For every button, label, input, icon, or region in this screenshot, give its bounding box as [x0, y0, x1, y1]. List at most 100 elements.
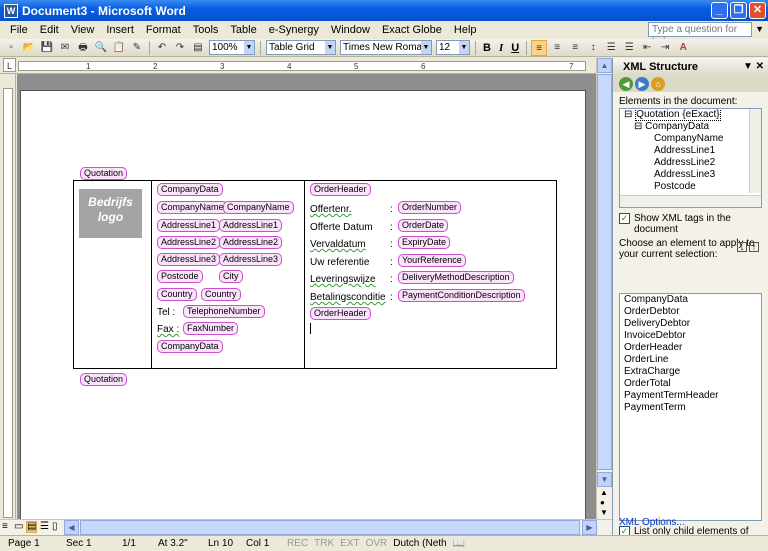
back-icon[interactable]: ◀	[619, 77, 633, 91]
select-browse-object-icon[interactable]: ●	[600, 498, 605, 507]
xml-tag-quotation-open[interactable]: Quotation	[80, 167, 128, 180]
print-layout-icon[interactable]: ▤	[26, 521, 37, 533]
xml-tag-companydata-open[interactable]: CompanyData	[157, 183, 223, 196]
xml-tag-expirydate[interactable]: ExpiryDate	[398, 236, 451, 249]
list-item[interactable]: DeliveryDebtor	[620, 318, 761, 330]
xml-tag-quotation-close[interactable]: Quotation	[80, 373, 128, 386]
line-spacing-icon[interactable]: ↕	[585, 40, 601, 56]
vertical-ruler-scale[interactable]	[3, 88, 13, 518]
xml-tag-addressline2-open[interactable]: AddressLine2	[157, 236, 221, 249]
xml-tag-addressline2-close[interactable]: AddressLine2	[219, 236, 283, 249]
tree-vscroll[interactable]	[749, 109, 761, 193]
ask-question-input[interactable]: Type a question for help	[648, 22, 752, 48]
status-trk[interactable]: TRK	[311, 538, 337, 549]
scroll-right-icon[interactable]: ▶	[582, 520, 597, 535]
tree-item-quotation[interactable]: ⊟ Quotation {eExact}	[624, 109, 721, 121]
menu-insert[interactable]: Insert	[100, 24, 140, 36]
xml-tag-addressline1-open[interactable]: AddressLine1	[157, 219, 221, 232]
xml-tag-orderheader-close[interactable]: OrderHeader	[310, 307, 371, 320]
xml-tag-paymentcondition[interactable]: PaymentConditionDescription	[398, 289, 525, 302]
elements-tree[interactable]: ⊟ Quotation {eExact} ⊟ CompanyData Compa…	[619, 108, 762, 208]
xml-tag-country-close[interactable]: Country	[201, 288, 241, 301]
permission-icon[interactable]: ✉	[57, 40, 73, 56]
tree-item-companyname[interactable]: CompanyName	[654, 133, 723, 144]
font-color-icon[interactable]: A	[675, 40, 691, 56]
forward-icon[interactable]: ▶	[635, 77, 649, 91]
xml-tag-ordernumber[interactable]: OrderNumber	[398, 201, 462, 214]
hscroll-thumb[interactable]	[80, 520, 580, 535]
menu-tools[interactable]: Tools	[187, 24, 225, 36]
font-size-select[interactable]: 12 ▼	[436, 40, 470, 55]
xml-tag-addressline1-close[interactable]: AddressLine1	[219, 219, 283, 232]
xml-tag-companydata-close[interactable]: CompanyData	[157, 340, 223, 353]
status-ovr[interactable]: OVR	[363, 538, 391, 549]
show-xml-tags-checkbox[interactable]: ✓	[619, 213, 630, 224]
ruler-scale[interactable]: 1 2 3 4 5 6 7	[18, 61, 586, 71]
xml-tag-yourreference[interactable]: YourReference	[398, 254, 466, 267]
underline-button[interactable]: U	[507, 42, 523, 54]
xml-tag-telephone[interactable]: TelephoneNumber	[183, 305, 265, 318]
tree-hscroll[interactable]	[620, 195, 761, 207]
list-item[interactable]: PaymentTerm	[620, 402, 761, 414]
horizontal-scrollbar[interactable]: ≡ ▭ ▤ ☰ ▯ ◀ ▶	[0, 519, 612, 535]
home-icon[interactable]: ⌂	[651, 77, 665, 91]
undo-icon[interactable]: ↶	[154, 40, 170, 56]
pane-close-icon[interactable]: ▼ ✕	[743, 58, 764, 76]
numbering-icon[interactable]: ☰	[603, 40, 619, 56]
list-item[interactable]: InvoiceDebtor	[620, 330, 761, 342]
font-select[interactable]: Times New Roman ▼	[340, 40, 432, 55]
bold-button[interactable]: B	[479, 42, 495, 54]
xml-tag-fax[interactable]: FaxNumber	[183, 322, 239, 335]
menu-edit[interactable]: Edit	[34, 24, 65, 36]
close-button[interactable]: ✕	[749, 2, 766, 19]
increase-indent-icon[interactable]: ⇥	[657, 40, 673, 56]
xml-tag-postcode[interactable]: Postcode	[157, 270, 203, 283]
xml-tag-city[interactable]: City	[219, 270, 243, 283]
list-item[interactable]: ExtraCharge	[620, 366, 761, 378]
menu-esynergy[interactable]: e-Synergy	[263, 24, 325, 36]
align-right-icon[interactable]: ≡	[567, 40, 583, 56]
menu-help[interactable]: Help	[448, 24, 483, 36]
xml-tag-country-open[interactable]: Country	[157, 288, 197, 301]
tab-selector-icon[interactable]: L	[3, 58, 16, 72]
print-preview-icon[interactable]: 🔍	[93, 40, 109, 56]
web-layout-icon[interactable]: ▭	[14, 521, 23, 532]
status-ext[interactable]: EXT	[337, 538, 362, 549]
menu-exact-globe[interactable]: Exact Globe	[376, 24, 448, 36]
next-page-icon[interactable]: ▼	[600, 508, 608, 517]
document-page[interactable]: Quotation Bedrijfs logo CompanyData Comp…	[20, 90, 586, 519]
paste-icon[interactable]: 📋	[111, 40, 127, 56]
scroll-left-icon[interactable]: ◀	[64, 520, 79, 535]
xml-tag-companyname-close[interactable]: CompanyName	[223, 201, 294, 214]
reading-layout-view-icon[interactable]: ▯	[52, 521, 58, 532]
move-down-icon[interactable]: ↓	[737, 242, 747, 252]
outline-view-icon[interactable]: ☰	[40, 521, 49, 532]
element-list[interactable]: CompanyData OrderDebtor DeliveryDebtor I…	[619, 293, 762, 521]
list-item[interactable]: OrderTotal	[620, 378, 761, 390]
menu-view[interactable]: View	[65, 24, 101, 36]
menu-file[interactable]: File	[4, 24, 34, 36]
list-item[interactable]: OrderDebtor	[620, 306, 761, 318]
align-center-icon[interactable]: ≡	[549, 40, 565, 56]
move-up-icon[interactable]: ↑	[749, 242, 759, 252]
format-painter-icon[interactable]: ✎	[129, 40, 145, 56]
redo-icon[interactable]: ↷	[172, 40, 188, 56]
tree-item-addressline3[interactable]: AddressLine3	[654, 169, 715, 180]
list-item[interactable]: OrderHeader	[620, 342, 761, 354]
open-icon[interactable]: 📂	[21, 40, 37, 56]
xml-tag-deliverymethod[interactable]: DeliveryMethodDescription	[398, 271, 514, 284]
tree-item-addressline1[interactable]: AddressLine1	[654, 145, 715, 156]
list-item[interactable]: CompanyData	[620, 294, 761, 306]
list-item[interactable]: PaymentTermHeader	[620, 390, 761, 402]
italic-button[interactable]: I	[495, 42, 507, 54]
status-rec[interactable]: REC	[284, 538, 311, 549]
save-icon[interactable]: 💾	[39, 40, 55, 56]
style-select[interactable]: Table Grid ▼	[266, 40, 336, 55]
xml-tag-addressline3-close[interactable]: AddressLine3	[219, 253, 283, 266]
menu-window[interactable]: Window	[325, 24, 376, 36]
xml-tag-orderdate[interactable]: OrderDate	[398, 219, 449, 232]
scroll-thumb[interactable]	[597, 74, 612, 470]
word-app-icon[interactable]: W	[4, 3, 18, 18]
scroll-up-icon[interactable]: ▲	[597, 58, 612, 73]
tree-item-addressline2[interactable]: AddressLine2	[654, 157, 715, 168]
